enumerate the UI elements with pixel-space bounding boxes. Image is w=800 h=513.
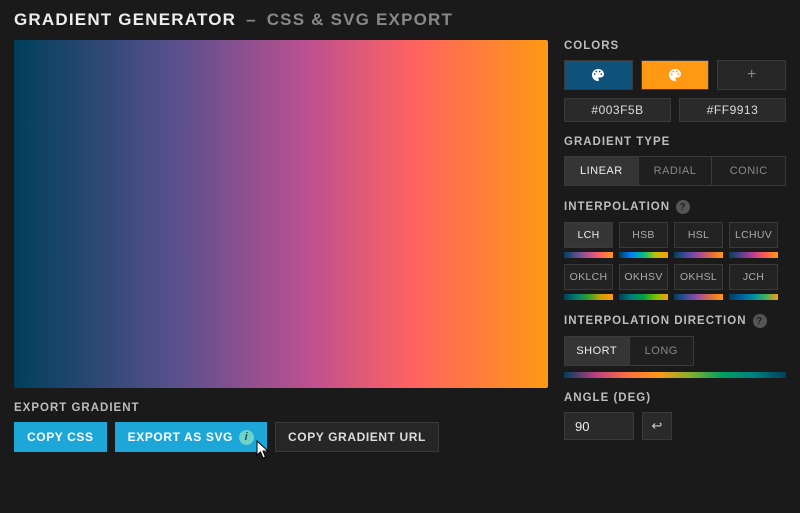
color-swatch-2[interactable] (641, 60, 710, 90)
colors-label: COLORS (564, 40, 786, 52)
export-svg-button[interactable]: EXPORT AS SVG i (115, 422, 267, 452)
gradient-bar (619, 252, 668, 258)
help-icon[interactable]: ? (676, 200, 690, 214)
gradient-type-group: LINEAR RADIAL CONIC (564, 156, 786, 186)
angle-input[interactable]: 90 (564, 412, 634, 440)
dir-short[interactable]: SHORT (565, 337, 630, 365)
export-svg-label: EXPORT AS SVG (128, 430, 233, 444)
color-swatch-1[interactable] (564, 60, 633, 90)
copy-css-button[interactable]: COPY CSS (14, 422, 107, 452)
interp-hsl[interactable]: HSL (674, 222, 723, 248)
interp-direction-group: SHORT LONG (564, 336, 694, 366)
gradient-type-label: GRADIENT TYPE (564, 136, 786, 148)
interpolation-group: LCH HSB HSL LCHUV OKLCH OKHSV OKHSL JCH (564, 222, 786, 300)
interp-jch[interactable]: JCH (729, 264, 778, 290)
interpolation-label: INTERPOLATION ? (564, 200, 786, 214)
gradient-bar (564, 294, 613, 300)
copy-url-label: COPY GRADIENT URL (288, 430, 426, 444)
copy-url-button[interactable]: COPY GRADIENT URL (275, 422, 439, 452)
add-color-button[interactable]: + (717, 60, 786, 90)
type-radial[interactable]: RADIAL (639, 157, 713, 185)
reverse-icon: ↩ (652, 418, 663, 434)
gradient-bar (729, 294, 778, 300)
gradient-bar (674, 294, 723, 300)
palette-icon (667, 67, 683, 83)
interp-okhsv[interactable]: OKHSV (619, 264, 668, 290)
color-hex-2[interactable]: #FF9913 (679, 98, 786, 122)
interp-direction-label: INTERPOLATION DIRECTION ? (564, 314, 786, 328)
gradient-bar (564, 372, 786, 378)
type-linear[interactable]: LINEAR (565, 157, 639, 185)
angle-reverse-button[interactable]: ↩ (642, 412, 672, 440)
title-subtitle: CSS & SVG EXPORT (267, 10, 453, 29)
copy-css-label: COPY CSS (27, 430, 94, 444)
interpolation-label-text: INTERPOLATION (564, 201, 670, 213)
palette-icon (590, 67, 606, 83)
gradient-bar (674, 252, 723, 258)
gradient-bar (729, 252, 778, 258)
title-separator: – (242, 10, 261, 29)
interp-lch[interactable]: LCH (564, 222, 613, 248)
page-title: GRADIENT GENERATOR – CSS & SVG EXPORT (0, 0, 800, 36)
gradient-preview (14, 40, 548, 388)
help-icon[interactable]: ? (753, 314, 767, 328)
angle-label: ANGLE (DEG) (564, 392, 786, 404)
gradient-bar (619, 294, 668, 300)
export-label: EXPORT GRADIENT (14, 402, 548, 414)
type-conic[interactable]: CONIC (712, 157, 785, 185)
interp-lchuv[interactable]: LCHUV (729, 222, 778, 248)
interp-oklch[interactable]: OKLCH (564, 264, 613, 290)
gradient-bar (564, 252, 613, 258)
info-icon: i (239, 430, 254, 445)
interp-okhsl[interactable]: OKHSL (674, 264, 723, 290)
angle-value: 90 (575, 419, 589, 434)
interp-hsb[interactable]: HSB (619, 222, 668, 248)
plus-icon: + (747, 66, 756, 84)
title-main: GRADIENT GENERATOR (14, 10, 236, 29)
color-hex-1[interactable]: #003F5B (564, 98, 671, 122)
dir-long[interactable]: LONG (630, 337, 694, 365)
interp-direction-label-text: INTERPOLATION DIRECTION (564, 315, 747, 327)
